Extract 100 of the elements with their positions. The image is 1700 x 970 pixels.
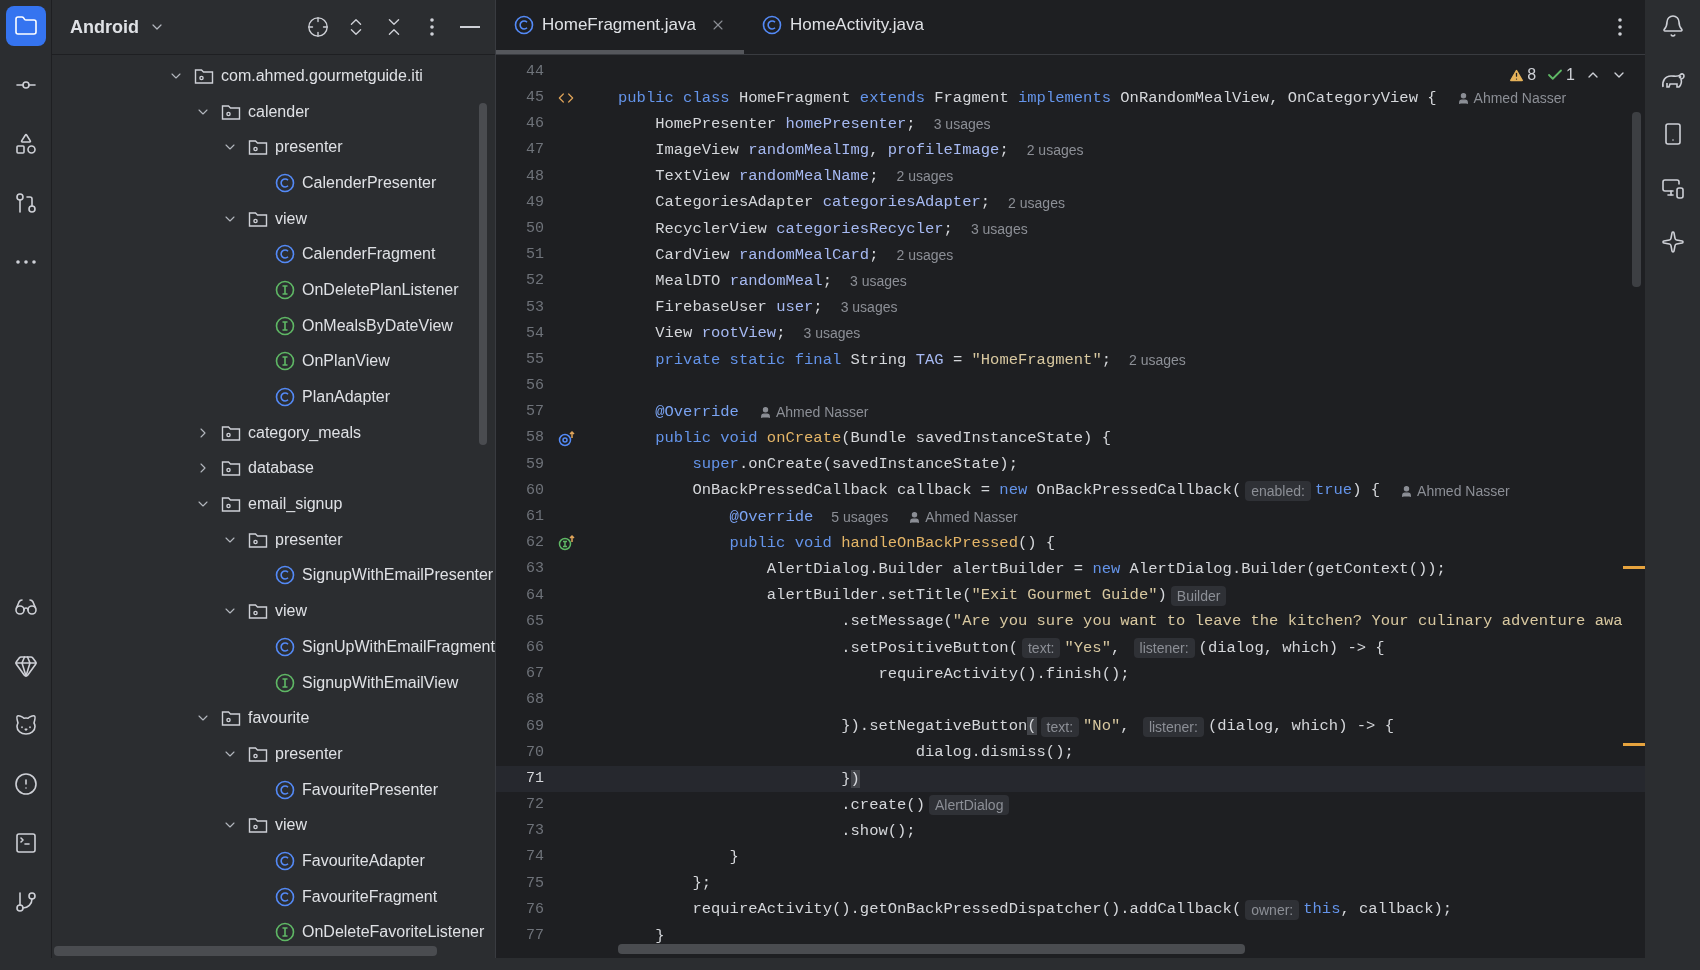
locate-button[interactable]: [307, 16, 329, 38]
code-text: "Yes",: [1064, 637, 1122, 659]
line-number: 71: [525, 768, 544, 789]
person-icon: [908, 510, 922, 524]
line-number: 50: [525, 218, 544, 239]
usage-count[interactable]: 2 usages: [896, 166, 954, 188]
terminal-icon: [13, 831, 38, 855]
usage-count[interactable]: 3 usages: [933, 113, 991, 135]
tree-item[interactable]: com.ahmed.gourmetguide.iti: [221, 63, 423, 88]
usage-count[interactable]: 2 usages: [1008, 192, 1065, 214]
override-marker-icon[interactable]: [558, 429, 576, 448]
tree-item[interactable]: presenter: [275, 741, 343, 766]
tree-item[interactable]: OnDeleteFavoriteListener: [302, 920, 485, 945]
tree-item[interactable]: calender: [248, 99, 310, 124]
code-text: }): [841, 768, 860, 790]
tree-item[interactable]: email_signup: [248, 492, 343, 517]
inlay-hint: Builder: [1170, 585, 1227, 606]
line-number: 62: [525, 533, 544, 554]
author-hint[interactable]: Ahmed Nasser: [775, 402, 869, 424]
package-folder-icon: [248, 816, 268, 835]
code-text: OnBackPressedCallback callback = new OnBackPressedCallback(: [692, 480, 1242, 502]
code-text: MealDTO randomMeal;: [655, 270, 832, 292]
author-hint[interactable]: Ahmed Nasser: [1417, 480, 1510, 502]
tree-item[interactable]: CalenderFragment: [302, 242, 436, 267]
class-icon: [275, 565, 295, 586]
tree-item[interactable]: view: [275, 206, 307, 231]
inlay-hint: text:: [1040, 716, 1080, 737]
tree-item[interactable]: presenter: [275, 527, 343, 552]
scrollbar-thumb[interactable]: [479, 103, 487, 445]
line-number: 75: [525, 873, 544, 894]
tree-item[interactable]: OnDeletePlanListener: [302, 277, 459, 302]
more-vertical-icon: [1618, 18, 1622, 36]
class-icon: [275, 850, 295, 871]
usage-count[interactable]: 3 usages: [840, 297, 898, 319]
implements-marker-icon[interactable]: [558, 534, 576, 553]
code-text: View rootView;: [655, 323, 786, 345]
usage-count[interactable]: 2 usages: [1129, 349, 1186, 371]
code-text: requireActivity().finish();: [878, 663, 1130, 685]
tree-item[interactable]: OnPlanView: [302, 349, 390, 374]
code-text: @Override: [729, 506, 814, 528]
code-text: true) {: [1314, 480, 1381, 502]
author-hint[interactable]: Ahmed Nasser: [1473, 87, 1567, 109]
line-number: 44: [525, 61, 544, 82]
usage-count[interactable]: 5 usages: [831, 506, 889, 528]
tree-item[interactable]: OnMealsByDateView: [302, 313, 453, 338]
inlay-hint: listener:: [1142, 716, 1204, 737]
project-view-dropdown[interactable]: Android: [70, 13, 165, 41]
person-icon: [1400, 484, 1414, 498]
cat-icon: [13, 713, 38, 737]
code-text: AlertDialog.Builder alertBuilder = new AlertDialog.Builder(getContext());: [766, 559, 1446, 581]
code-text: this, callback);: [1303, 899, 1453, 921]
tree-item[interactable]: SignupWithEmailPresenter: [302, 563, 494, 588]
tree-item[interactable]: SignUpWithEmailFragment: [302, 634, 495, 659]
tree-item[interactable]: FavouriteAdapter: [302, 848, 425, 873]
line-number: 72: [525, 795, 544, 816]
scrollbar-thumb[interactable]: [618, 944, 1245, 954]
line-number: 68: [525, 690, 544, 711]
class-icon: [514, 15, 534, 35]
usage-count[interactable]: 3 usages: [803, 323, 861, 345]
pull-request-icon: [13, 191, 38, 215]
code-text: (dialog, which) -> {: [1198, 637, 1385, 659]
interface-icon: [275, 922, 295, 943]
code-text: public class HomeFragment extends Fragment implements OnRandomMealView, OnCategoryView {: [618, 87, 1437, 109]
line-number: 67: [525, 664, 544, 685]
git-branch-icon: [13, 890, 38, 914]
tree-item[interactable]: SignupWithEmailView: [302, 670, 459, 695]
tree-item[interactable]: category_meals: [248, 420, 361, 445]
code-text: dialog.dismiss();: [915, 742, 1074, 764]
line-number: 76: [525, 899, 544, 920]
check-count[interactable]: 1: [1566, 63, 1575, 87]
scrollbar-thumb[interactable]: [1632, 112, 1641, 287]
code-text: FirebaseUser user;: [655, 297, 823, 319]
package-folder-icon: [221, 423, 241, 442]
tree-item[interactable]: FavouriteFragment: [302, 884, 438, 909]
author-hint[interactable]: Ahmed Nasser: [925, 506, 1018, 528]
tree-item[interactable]: view: [275, 813, 307, 838]
line-number: 65: [525, 611, 544, 632]
usage-count[interactable]: 2 usages: [896, 244, 954, 266]
tree-item[interactable]: favourite: [248, 706, 310, 731]
tree-item[interactable]: database: [248, 456, 314, 481]
usage-count[interactable]: 3 usages: [849, 271, 907, 293]
code-text: @Override: [655, 401, 739, 423]
folder-button[interactable]: [5, 6, 46, 46]
tree-item[interactable]: presenter: [275, 135, 343, 160]
package-folder-icon: [221, 709, 241, 728]
tree-item[interactable]: FavouritePresenter: [302, 777, 439, 802]
usage-count[interactable]: 3 usages: [970, 218, 1028, 240]
code-text: }: [655, 925, 665, 947]
usage-count[interactable]: 2 usages: [1026, 140, 1084, 162]
editor-tab[interactable]: HomeActivity.java: [744, 0, 942, 54]
minimize-icon: [460, 26, 480, 28]
line-number: 64: [525, 585, 544, 606]
tree-item[interactable]: CalenderPresenter: [302, 170, 437, 195]
tree-item[interactable]: view: [275, 599, 307, 624]
editor-tab[interactable]: HomeFragment.java: [496, 0, 744, 54]
scrollbar-thumb[interactable]: [54, 946, 437, 956]
tree-item[interactable]: PlanAdapter: [302, 385, 391, 410]
line-number: 54: [525, 323, 544, 344]
class-icon: [275, 172, 295, 193]
warning-count[interactable]: 8: [1527, 63, 1537, 87]
